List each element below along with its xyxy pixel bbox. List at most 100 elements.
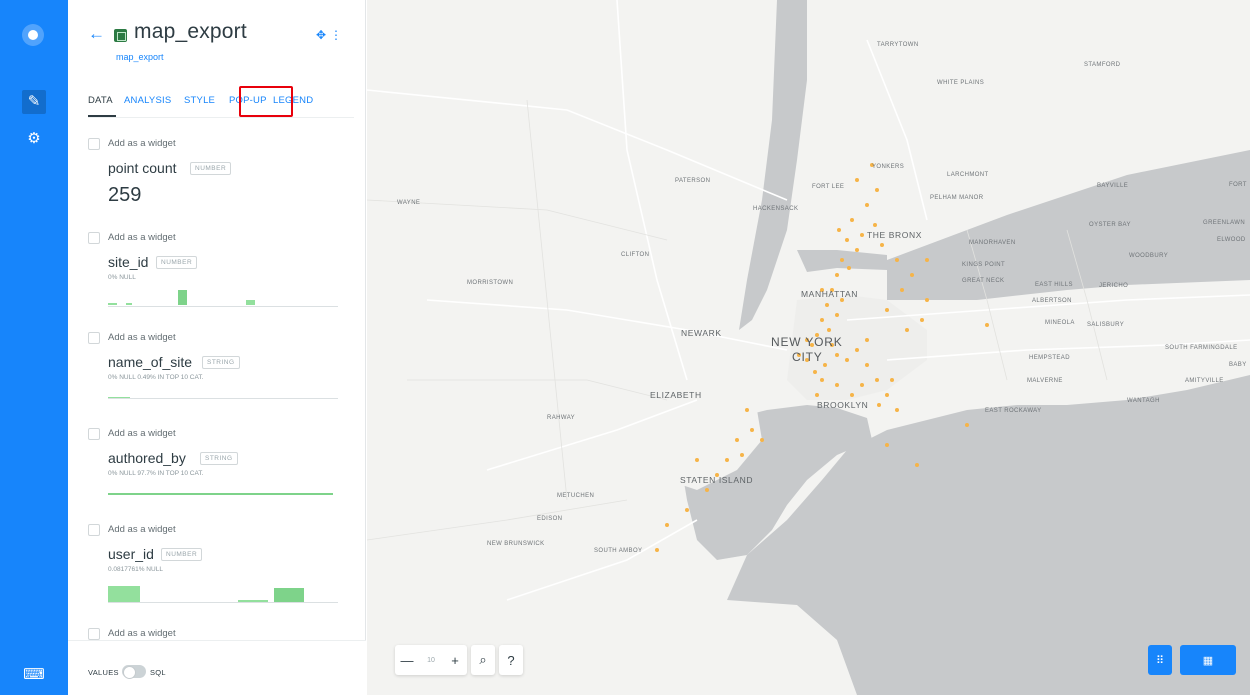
column-item: Add as a widget site_id NUMBER 0% NULL	[88, 230, 338, 310]
histogram-baseline	[108, 306, 338, 307]
more-icon[interactable]: ⋮	[330, 28, 346, 42]
app-rail: ✎ ⚙ ⌨	[0, 0, 68, 695]
divider	[88, 117, 354, 118]
map-label: RAHWAY	[547, 415, 576, 421]
map-label: MINEOLA	[1045, 320, 1075, 326]
column-item: Add as a widget	[88, 626, 338, 640]
zoom-level: 10	[427, 656, 435, 664]
map-label: BAYVILLE	[1097, 183, 1129, 189]
widget-checkbox[interactable]	[88, 428, 100, 440]
map-canvas[interactable]: NEW YORK CITY MANHATTAN BROOKLYN THE BRO…	[367, 0, 1250, 695]
map-label: WOODBURY	[1129, 253, 1169, 259]
map-label: ELIZABETH	[650, 390, 702, 400]
map-label: WANTAGH	[1127, 398, 1160, 404]
column-type-badge: STRING	[200, 452, 238, 465]
map-label: EAST HILLS	[1035, 282, 1073, 288]
table-view-button[interactable]: ▦	[1180, 645, 1236, 675]
columns-list[interactable]: Add as a widget point count NUMBER 259 A…	[68, 120, 366, 640]
map-label: HEMPSTEAD	[1029, 355, 1070, 361]
map-label: PATERSON	[675, 178, 711, 184]
column-name: point count	[108, 160, 177, 176]
column-type-badge: NUMBER	[190, 162, 232, 175]
layer-icon	[114, 29, 127, 42]
tab-data[interactable]: DATA	[88, 95, 113, 106]
zoom-control: — 10 +	[395, 645, 467, 675]
add-widget-label: Add as a widget	[108, 628, 176, 639]
column-name: user_id	[108, 546, 154, 562]
column-item: Add as a widget point count NUMBER 259	[88, 136, 338, 216]
widget-checkbox[interactable]	[88, 332, 100, 344]
map-label: EAST ROCKAWAY	[985, 408, 1042, 414]
column-item: Add as a widget name_of_site STRING 0% N…	[88, 330, 338, 410]
histogram-baseline	[108, 602, 338, 603]
zoom-out-button[interactable]: —	[395, 653, 419, 668]
zoom-in-button[interactable]: +	[443, 653, 467, 668]
column-name: site_id	[108, 254, 149, 270]
map-label: STATEN ISLAND	[680, 475, 754, 485]
widget-checkbox[interactable]	[88, 232, 100, 244]
layer-source-link[interactable]: map_export	[116, 52, 164, 62]
search-button[interactable]: ⌕	[471, 645, 495, 675]
map-label: YONKERS	[872, 164, 905, 170]
sliders-icon[interactable]: ⚙	[22, 127, 46, 151]
column-type-badge: NUMBER	[156, 256, 198, 269]
column-stats: 0% NULL 97.7% IN TOP 10 CAT.	[108, 470, 204, 477]
tab-style[interactable]: STYLE	[184, 95, 215, 106]
carto-logo-icon[interactable]	[22, 24, 44, 46]
map-label: MALVERNE	[1027, 378, 1063, 384]
add-widget-label: Add as a widget	[108, 524, 176, 535]
add-widget-label: Add as a widget	[108, 428, 176, 439]
column-name: authored_by	[108, 450, 186, 466]
keyboard-icon[interactable]: ⌨	[22, 663, 46, 687]
map-label: WAYNE	[397, 200, 421, 206]
layer-tabs: DATA ANALYSIS STYLE POP-UP LEGEND	[88, 95, 358, 117]
map-label: SOUTH AMBOY	[594, 548, 643, 554]
map-label: CLIFTON	[621, 252, 650, 258]
panel-header: ← map_export map_export ✥⋮	[88, 20, 348, 70]
layer-title[interactable]: map_export	[134, 20, 247, 44]
column-stats: 0% NULL 0.49% IN TOP 10 CAT.	[108, 374, 204, 381]
locate-icon[interactable]: ✥	[316, 28, 330, 42]
map-label: THE BRONX	[867, 230, 922, 240]
progress-track	[108, 398, 338, 399]
map-label: PELHAM MANOR	[930, 195, 984, 201]
histogram-bar	[178, 290, 187, 305]
help-button[interactable]: ?	[499, 645, 523, 675]
search-icon: ⌕	[479, 652, 487, 667]
tab-analysis[interactable]: ANALYSIS	[124, 95, 171, 106]
map-label: ALBERTSON	[1032, 298, 1072, 304]
tab-popup[interactable]: POP-UP	[229, 95, 267, 106]
values-sql-toggle[interactable]	[122, 665, 146, 679]
map-label: SALISBURY	[1087, 322, 1125, 328]
widget-checkbox[interactable]	[88, 138, 100, 150]
column-name: name_of_site	[108, 354, 193, 370]
widget-checkbox[interactable]	[88, 628, 100, 640]
map-label: CITY	[792, 350, 823, 364]
map-label: FORT	[1229, 182, 1247, 188]
map-label: MANORHAVEN	[969, 240, 1016, 246]
map-label: NEW BRUNSWICK	[487, 541, 545, 547]
column-stats: 0.0817761% NULL	[108, 566, 163, 573]
pencil-icon[interactable]: ✎	[22, 90, 46, 114]
add-widget-label: Add as a widget	[108, 232, 176, 243]
column-stats: 0% NULL	[108, 274, 136, 281]
map-label: KINGS POINT	[962, 262, 1006, 268]
column-value: 259	[108, 184, 142, 206]
map-label: WHITE PLAINS	[937, 80, 985, 86]
histogram-bar	[108, 303, 117, 305]
tab-legend[interactable]: LEGEND	[273, 95, 313, 106]
map-label: STAMFORD	[1084, 62, 1121, 68]
values-label: VALUES	[88, 668, 119, 677]
arrow-left-icon[interactable]: ←	[88, 24, 105, 44]
map-controls: — 10 + ⌕ ?	[395, 645, 523, 675]
map-label: TARRYTOWN	[877, 42, 919, 48]
header-actions: ✥⋮	[316, 28, 346, 42]
column-type-badge: NUMBER	[161, 548, 203, 561]
map-label: GREAT NECK	[962, 278, 1005, 284]
widgets-button[interactable]: ⠿	[1148, 645, 1172, 675]
progress-bar	[108, 493, 333, 495]
panel-footer: VALUES SQL	[68, 640, 366, 695]
map-label: NEW YORK	[771, 335, 843, 349]
widget-checkbox[interactable]	[88, 524, 100, 536]
sql-label: SQL	[150, 668, 166, 677]
